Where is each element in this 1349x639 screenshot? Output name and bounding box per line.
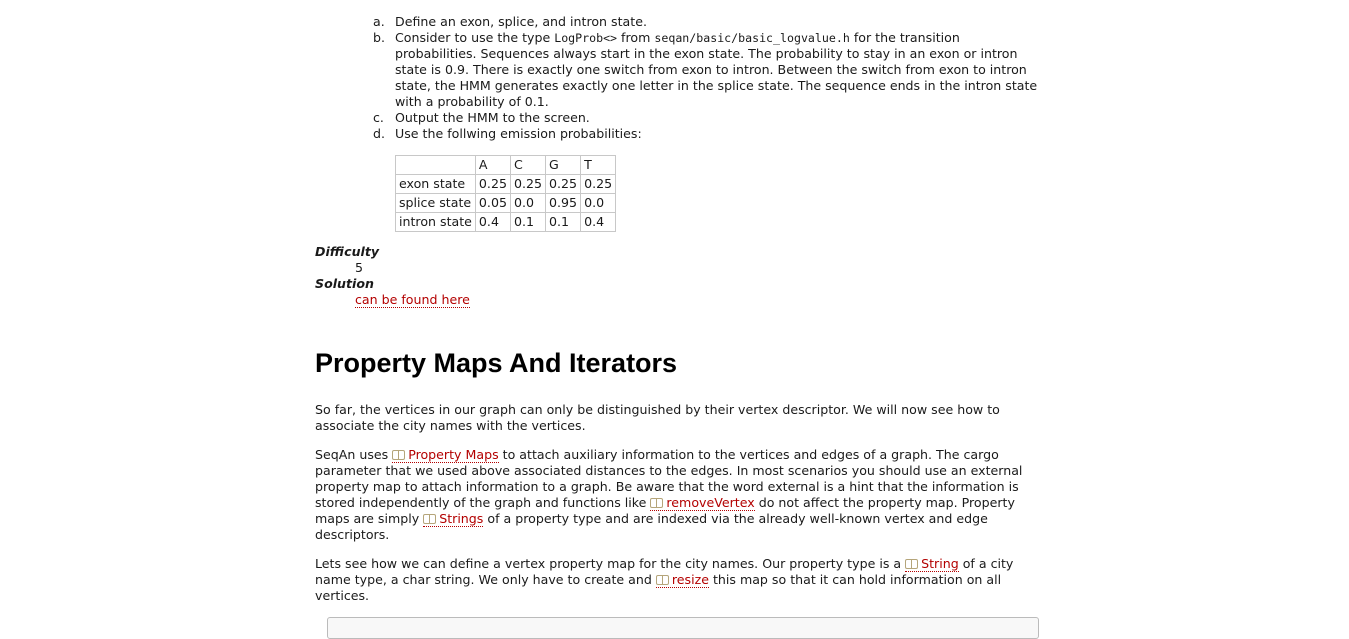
book-icon xyxy=(392,450,406,460)
link-label: Property Maps xyxy=(408,447,499,462)
table-header-cell xyxy=(395,155,476,175)
table-header-cell: G xyxy=(545,155,582,175)
step-marker: c. xyxy=(373,110,384,125)
string-link[interactable]: String xyxy=(905,556,959,572)
table-cell: 0.0 xyxy=(580,193,617,213)
step-text-mid: from xyxy=(617,30,655,45)
solution-label: Solution xyxy=(315,276,374,291)
resize-link[interactable]: resize xyxy=(655,572,709,588)
table-row: splice state 0.05 0.0 0.95 0.0 xyxy=(395,193,617,213)
table-row: intron state 0.4 0.1 0.1 0.4 xyxy=(395,212,617,232)
step-text: Output the HMM to the screen. xyxy=(395,110,590,125)
step-marker: d. xyxy=(373,126,385,141)
link-label: String xyxy=(921,556,959,571)
difficulty-value: 5 xyxy=(355,260,364,275)
step-marker: a. xyxy=(373,14,385,29)
table-cell: 0.95 xyxy=(545,193,582,213)
book-icon xyxy=(905,559,919,569)
table-header-cell: C xyxy=(509,155,547,175)
table-cell: intron state xyxy=(395,212,476,232)
exercise-steps: a. Define an exon, splice, and intron st… xyxy=(370,14,1040,142)
step-marker: b. xyxy=(373,30,385,45)
table-cell: 0.4 xyxy=(474,212,511,232)
table-row: exon state 0.25 0.25 0.25 0.25 xyxy=(395,174,617,194)
step-c: c. Output the HMM to the screen. xyxy=(370,110,1040,126)
step-text: Use the follwing emission probabilities: xyxy=(395,126,642,141)
section-heading: Property Maps And Iterators xyxy=(315,348,678,378)
paragraph-property-maps: SeqAn uses Property Maps to attach auxil… xyxy=(315,447,1050,543)
step-text: Define an exon, splice, and intron state… xyxy=(395,14,647,29)
exercise-meta: Difficulty 5 Solution can be found here xyxy=(315,244,470,308)
table-header-row: A C G T xyxy=(395,155,617,175)
table-header-cell: A xyxy=(474,155,511,175)
paragraph-text: Lets see how we can define a vertex prop… xyxy=(315,556,906,571)
book-icon xyxy=(423,514,437,524)
step-a: a. Define an exon, splice, and intron st… xyxy=(370,14,1040,30)
code-block xyxy=(327,617,1039,639)
difficulty-label: Difficulty xyxy=(315,244,380,259)
book-icon xyxy=(650,498,664,508)
table-header-cell: T xyxy=(580,155,617,175)
solution-link[interactable]: can be found here xyxy=(355,292,470,308)
strings-link[interactable]: Strings xyxy=(423,511,484,527)
table-cell: 0.25 xyxy=(545,174,582,194)
link-label: Strings xyxy=(439,511,484,526)
code-header-path: seqan/basic/basic_logvalue.h xyxy=(654,31,850,45)
table-cell: 0.4 xyxy=(580,212,617,232)
paragraph-text: SeqAn uses xyxy=(315,447,393,462)
table-cell: 0.25 xyxy=(509,174,547,194)
link-label: resize xyxy=(671,572,709,587)
step-b: b. Consider to use the type LogProb<> fr… xyxy=(370,30,1040,110)
solution-value: can be found here xyxy=(315,292,470,308)
table-cell: 0.05 xyxy=(474,193,511,213)
code-logprob: LogProb<> xyxy=(554,31,618,45)
emission-table: A C G T exon state 0.25 0.25 0.25 0.25 s… xyxy=(395,155,617,232)
link-label: removeVertex xyxy=(666,495,755,510)
step-text-pre: Consider to use the type xyxy=(395,30,555,45)
table-cell: exon state xyxy=(395,174,476,194)
remove-vertex-link[interactable]: removeVertex xyxy=(650,495,755,511)
table-cell: 0.25 xyxy=(474,174,511,194)
paragraph-vertex-map: Lets see how we can define a vertex prop… xyxy=(315,556,1050,604)
table-cell: 0.1 xyxy=(545,212,582,232)
paragraph-intro: So far, the vertices in our graph can on… xyxy=(315,402,1000,433)
step-d: d. Use the follwing emission probabiliti… xyxy=(370,126,1040,142)
property-maps-link[interactable]: Property Maps xyxy=(392,447,499,463)
book-icon xyxy=(655,575,669,585)
table-cell: splice state xyxy=(395,193,476,213)
table-cell: 0.25 xyxy=(580,174,617,194)
table-cell: 0.1 xyxy=(509,212,547,232)
table-cell: 0.0 xyxy=(509,193,547,213)
